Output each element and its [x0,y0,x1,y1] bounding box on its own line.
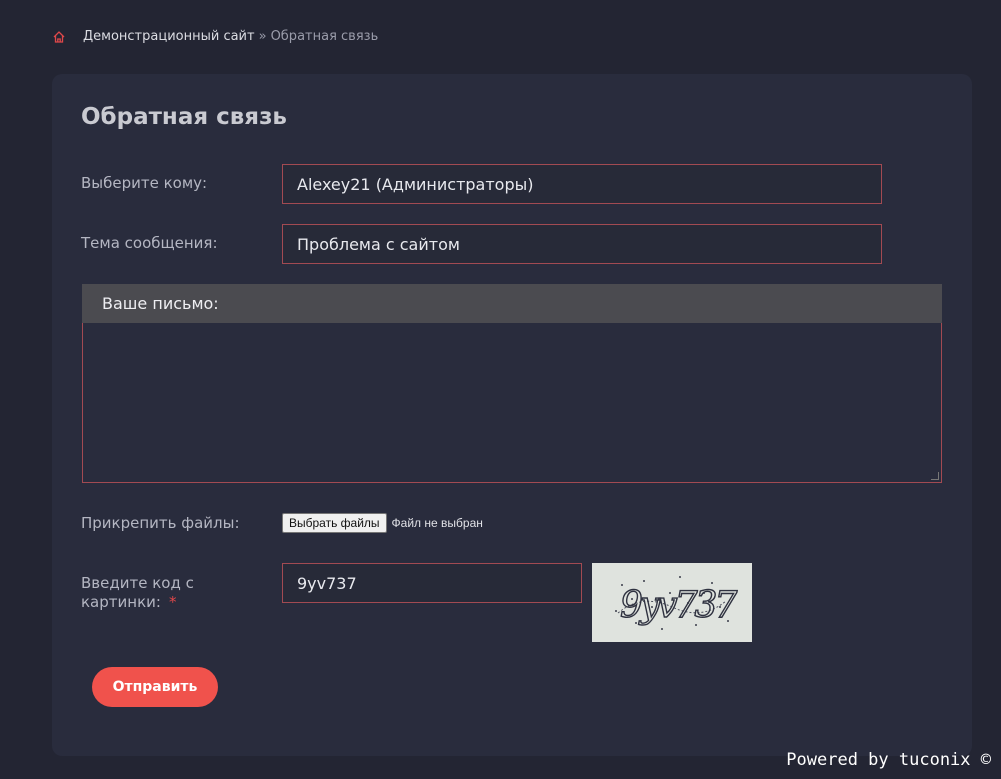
home-icon[interactable] [52,30,66,44]
captcha-label: Введите код с картинки: * [81,574,231,612]
feedback-card: Обратная связь Выберите кому: Alexey21 (… [52,74,972,756]
breadcrumb-current: Обратная связь [270,29,379,44]
captcha-image-text: 9yv737 [620,585,737,626]
captcha-input[interactable]: 9yv737 [282,563,582,603]
subject-input[interactable]: Проблема с сайтом [282,224,882,264]
choose-files-button[interactable]: Выбрать файлы [282,513,387,533]
letter-header: Ваше письмо: [82,284,942,323]
powered-by-footer: Powered by tuconix © [786,750,991,770]
breadcrumb-site-link[interactable]: Демонстрационный сайт [83,29,255,44]
recipient-label: Выберите кому: [81,174,208,192]
captcha-label-text: Введите код с картинки: [81,574,194,611]
page-title: Обратная связь [81,104,287,130]
breadcrumb: Демонстрационный сайт » Обратная связь [52,29,378,44]
subject-label: Тема сообщения: [81,234,218,252]
captcha-image: 9yv737 [592,563,752,642]
resize-handle[interactable] [931,472,939,480]
breadcrumb-separator: » [258,29,267,44]
letter-textarea[interactable] [82,323,942,483]
required-marker: * [168,593,177,611]
file-input: Выбрать файлы Файл не выбран [282,513,483,533]
submit-button[interactable]: Отправить [92,667,218,707]
attach-label: Прикрепить файлы: [81,514,240,532]
file-status: Файл не выбран [391,516,483,530]
recipient-select[interactable]: Alexey21 (Администраторы) [282,164,882,204]
